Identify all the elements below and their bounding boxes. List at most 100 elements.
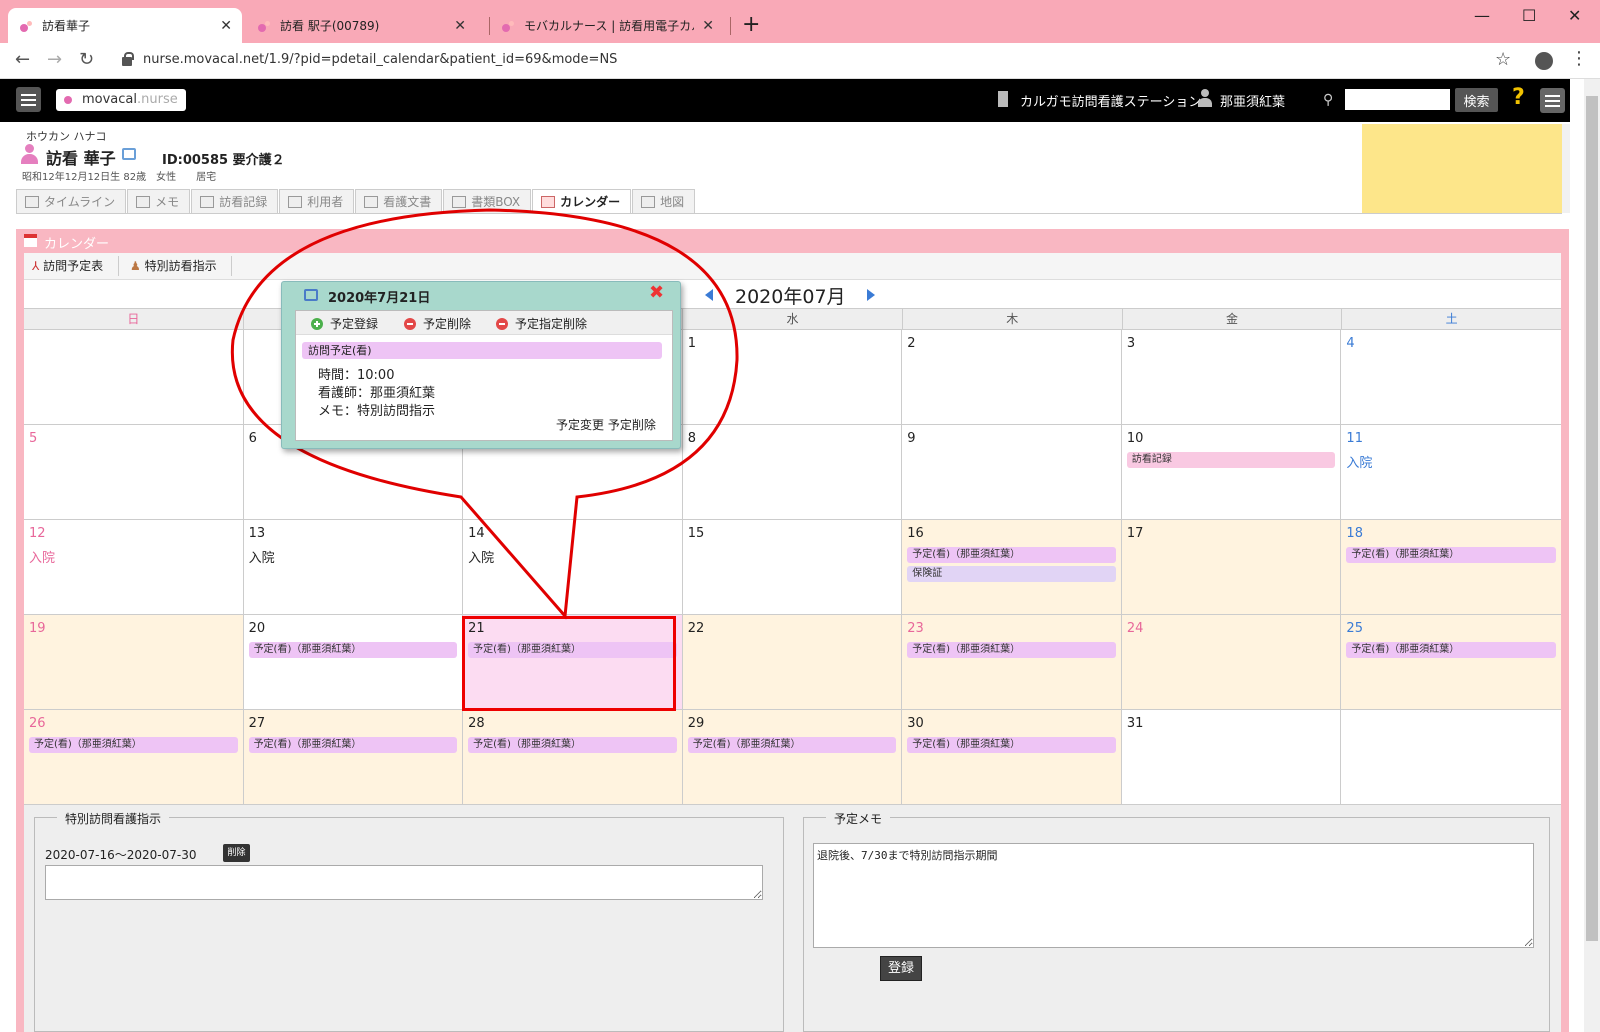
note-scrollbar[interactable]: [1562, 124, 1570, 213]
browser-tab[interactable]: モバカルナース | 訪看用電子カルテ ✕: [490, 8, 724, 43]
calendar-day-cell[interactable]: 18 予定(看)（那亜須紅葉）: [1341, 520, 1561, 615]
tab-close-icon[interactable]: ✕: [220, 18, 232, 34]
calendar-event[interactable]: 予定(看)（那亜須紅葉）: [907, 547, 1116, 563]
calendar-day-cell[interactable]: 13 入院: [243, 520, 464, 615]
tab-nursing-docs[interactable]: 看護文書: [355, 189, 443, 213]
calendar-day-cell[interactable]: 19: [24, 615, 244, 710]
register-button[interactable]: 登録: [880, 956, 922, 981]
calendar-event[interactable]: 保険証: [907, 566, 1116, 582]
delete-schedule-button[interactable]: 予定削除: [404, 315, 471, 332]
movacal-favicon-icon: [500, 18, 516, 34]
tab-map[interactable]: 地図: [632, 189, 696, 213]
schedule-memo-input[interactable]: 退院後、7/30まで特別訪問指示期間: [813, 843, 1534, 948]
delete-period-button[interactable]: 削除: [223, 844, 250, 862]
browser-tab[interactable]: 訪看 駅子(00789) ✕: [246, 8, 476, 43]
calendar-day-cell[interactable]: 28 予定(看)（那亜須紅葉）: [463, 710, 683, 805]
main-menu-button[interactable]: [1540, 88, 1565, 113]
calendar-event[interactable]: 訪看記録: [1126, 452, 1336, 468]
tab-close-icon[interactable]: ✕: [702, 18, 714, 34]
calendar-day-cell[interactable]: 9: [902, 425, 1122, 520]
calendar-day-cell[interactable]: 12 入院: [24, 520, 244, 615]
tab-docs-box[interactable]: 書類BOX: [443, 189, 532, 213]
tab-close-icon[interactable]: ✕: [454, 18, 466, 34]
calendar-event[interactable]: 予定(看)（那亜須紅葉）: [687, 737, 897, 753]
special-instruction-button[interactable]: ♟ 特別訪看指示: [130, 257, 217, 274]
calendar-day-cell[interactable]: 11 入院: [1341, 425, 1561, 520]
calendar-day-cell[interactable]: 8: [682, 425, 903, 520]
back-arrow-icon[interactable]: ←: [15, 49, 30, 70]
close-icon[interactable]: ✖: [649, 282, 664, 303]
tab-timeline[interactable]: タイムライン: [16, 189, 127, 213]
calendar-day-cell[interactable]: 29 予定(看)（那亜須紅葉）: [682, 710, 903, 805]
tab-user[interactable]: 利用者: [279, 189, 355, 213]
bookmark-star-icon[interactable]: ☆: [1495, 49, 1511, 70]
add-schedule-button[interactable]: 予定登録: [311, 315, 378, 332]
calendar-event[interactable]: 予定(看)（那亜須紅葉）: [29, 737, 238, 753]
prev-month-icon[interactable]: [705, 289, 713, 301]
calendar-day-cell[interactable]: [24, 330, 244, 425]
month-title: 2020年07月: [735, 286, 846, 308]
browser-tab-active[interactable]: 訪看華子 ✕: [8, 8, 242, 43]
calendar-day-cell[interactable]: 30 予定(看)（那亜須紅葉）: [902, 710, 1122, 805]
calendar-day-cell[interactable]: 2: [902, 330, 1122, 425]
calendar-event[interactable]: 予定(看)（那亜須紅葉）: [1346, 547, 1556, 563]
tab-calendar[interactable]: カレンダー: [532, 189, 632, 213]
button-label: 特別訪看指示: [144, 259, 217, 273]
forward-arrow-icon[interactable]: →: [47, 49, 62, 70]
calendar-event[interactable]: 予定(看)（那亜須紅葉）: [907, 642, 1116, 658]
sticky-note-area[interactable]: [1362, 124, 1562, 213]
account-icon[interactable]: [1535, 52, 1553, 70]
calendar-day-cell[interactable]: 15: [682, 520, 903, 615]
user-name: 那亜須紅葉: [1220, 95, 1286, 110]
calendar-day-cell[interactable]: 16 予定(看)（那亜須紅葉） 保険証: [902, 520, 1122, 615]
calendar-day-cell[interactable]: 5: [24, 425, 244, 520]
weekday-sun: 日: [24, 309, 244, 329]
tab-visit-record[interactable]: 訪看記録: [191, 189, 279, 213]
calendar-day-cell[interactable]: 1: [682, 330, 903, 425]
calendar-day-cell[interactable]: 3: [1121, 330, 1342, 425]
window-close-button[interactable]: ✕: [1568, 6, 1581, 25]
calendar-day-cell[interactable]: 25 予定(看)（那亜須紅葉）: [1341, 615, 1561, 710]
calendar-day-cell[interactable]: 20 予定(看)（那亜須紅葉）: [243, 615, 464, 710]
scrollbar-thumb[interactable]: [1586, 96, 1598, 941]
calendar-event[interactable]: 予定(看)（那亜須紅葉）: [1346, 642, 1556, 658]
url-field[interactable]: nurse.movacal.net/1.9/?pid=pdetail_calen…: [143, 52, 617, 67]
calendar-day-cell[interactable]: 31: [1121, 710, 1342, 805]
calendar-day-cell[interactable]: 26 予定(看)（那亜須紅葉）: [24, 710, 244, 805]
app-logo[interactable]: movacal.nurse: [56, 89, 186, 111]
reload-icon[interactable]: ↻: [79, 49, 94, 70]
side-menu-button[interactable]: [16, 87, 41, 112]
calendar-day-cell[interactable]: 24: [1121, 615, 1342, 710]
popup-event-label[interactable]: 訪問予定(看): [302, 342, 662, 359]
tab-memo[interactable]: メモ: [127, 189, 191, 213]
search-input[interactable]: [1345, 89, 1450, 110]
calendar-day-cell[interactable]: 17: [1121, 520, 1342, 615]
calendar-day-cell[interactable]: 27 予定(看)（那亜須紅葉）: [243, 710, 464, 805]
help-icon[interactable]: ?: [1512, 85, 1525, 110]
day-number: 13: [248, 526, 266, 541]
popup-body: 予定登録 予定削除 予定指定削除 訪問予定(看) 時間：10:00 看護師：那亜…: [295, 310, 673, 441]
calendar-day-cell[interactable]: 4: [1341, 330, 1561, 425]
maximize-button[interactable]: ☐: [1522, 6, 1536, 25]
calendar-day-cell[interactable]: 14 入院: [463, 520, 683, 615]
calendar-event[interactable]: 予定(看)（那亜須紅葉）: [248, 737, 458, 753]
new-tab-button[interactable]: +: [742, 12, 760, 37]
special-instruction-input[interactable]: [45, 865, 763, 900]
calendar-event[interactable]: 予定(看)（那亜須紅葉）: [907, 737, 1116, 753]
browser-menu-icon[interactable]: ⋮: [1570, 48, 1588, 69]
minus-circle-icon: [404, 317, 416, 330]
visit-schedule-button[interactable]: ⅄ 訪問予定表: [32, 257, 103, 274]
delete-specified-button[interactable]: 予定指定削除: [496, 315, 587, 332]
patient-card-icon[interactable]: [122, 148, 136, 160]
minimize-button[interactable]: —: [1474, 6, 1490, 25]
calendar-day-cell[interactable]: 10 訪看記録: [1121, 425, 1342, 520]
calendar-day-cell[interactable]: [1341, 710, 1561, 805]
calendar-event[interactable]: 予定(看)（那亜須紅葉）: [468, 737, 677, 753]
calendar-event[interactable]: 予定(看)（那亜須紅葉）: [248, 642, 458, 658]
calendar-day-cell[interactable]: 23 予定(看)（那亜須紅葉）: [902, 615, 1122, 710]
next-month-icon[interactable]: [867, 289, 875, 301]
popup-actions[interactable]: 予定変更 予定削除: [556, 416, 656, 433]
calendar-day-cell[interactable]: 22: [682, 615, 903, 710]
box-icon: [452, 195, 467, 208]
search-button[interactable]: 検索: [1455, 88, 1498, 112]
